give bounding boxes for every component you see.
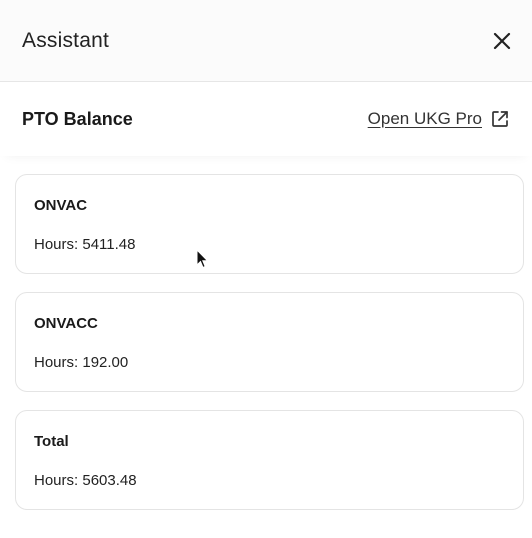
mouse-cursor-icon: [196, 249, 209, 269]
external-link-icon: [492, 111, 508, 127]
close-button[interactable]: [488, 27, 516, 55]
pto-card-name: Total: [34, 433, 69, 450]
section-heading: PTO Balance: [22, 108, 133, 129]
pto-card-list: ONVAC Hours: 5411.48 ONVACC Hours: 192.0…: [0, 156, 532, 510]
pto-balance-header: PTO Balance Open UKG Pro: [0, 82, 532, 156]
pto-card-hours: Hours: 192.00: [34, 354, 129, 371]
pto-card-hours: Hours: 5411.48: [34, 236, 136, 253]
link-label: Open UKG Pro: [367, 109, 482, 128]
pto-card: ONVACC Hours: 192.00: [15, 292, 524, 392]
assistant-panel: Assistant PTO Balance Open UKG Pro ONVAC…: [0, 0, 532, 538]
close-icon: [493, 32, 511, 49]
pto-card-total: Total Hours: 5603.48: [15, 410, 524, 510]
pto-card-hours: Hours: 5603.48: [34, 472, 137, 489]
assistant-header: Assistant: [0, 0, 532, 82]
panel-title: Assistant: [22, 28, 109, 52]
pto-card-name: ONVACC: [34, 315, 98, 332]
pto-card: ONVAC Hours: 5411.48: [15, 174, 524, 274]
pto-card-name: ONVAC: [34, 197, 88, 214]
open-ukg-pro-link[interactable]: Open UKG Pro: [368, 109, 510, 129]
